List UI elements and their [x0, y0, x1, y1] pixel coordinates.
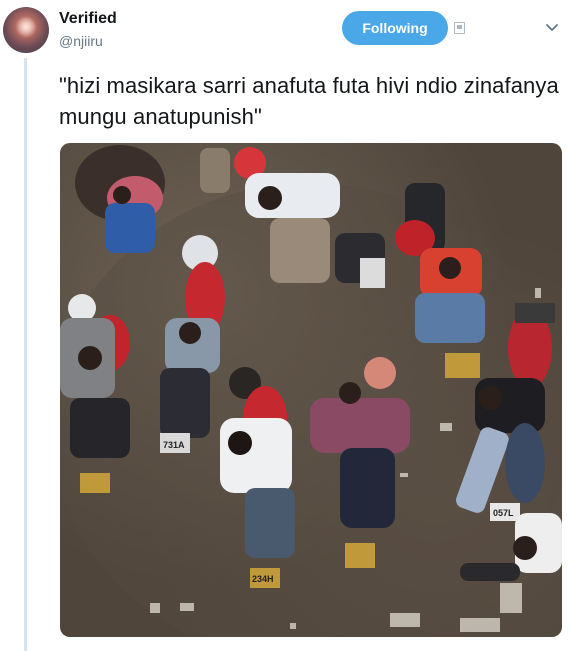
avatar-glow	[15, 16, 37, 38]
photo-illustration: 731A 234H 057L	[60, 145, 562, 637]
plate-center: 234H	[252, 574, 274, 584]
following-button[interactable]: Following	[342, 11, 448, 45]
thread-line	[24, 58, 27, 651]
plate-left: 731A	[163, 440, 185, 450]
avatar[interactable]	[3, 7, 49, 53]
notifications-icon[interactable]	[454, 22, 465, 34]
plate-right: 057L	[493, 508, 514, 518]
user-handle[interactable]: @njiiru	[59, 33, 103, 49]
display-name[interactable]: Verified	[59, 10, 117, 28]
tweet-photo[interactable]: 731A 234H 057L	[60, 143, 562, 637]
chevron-down-icon[interactable]	[545, 21, 559, 35]
tweet-text: "hizi masikara sarri anafuta futa hivi n…	[59, 73, 559, 129]
